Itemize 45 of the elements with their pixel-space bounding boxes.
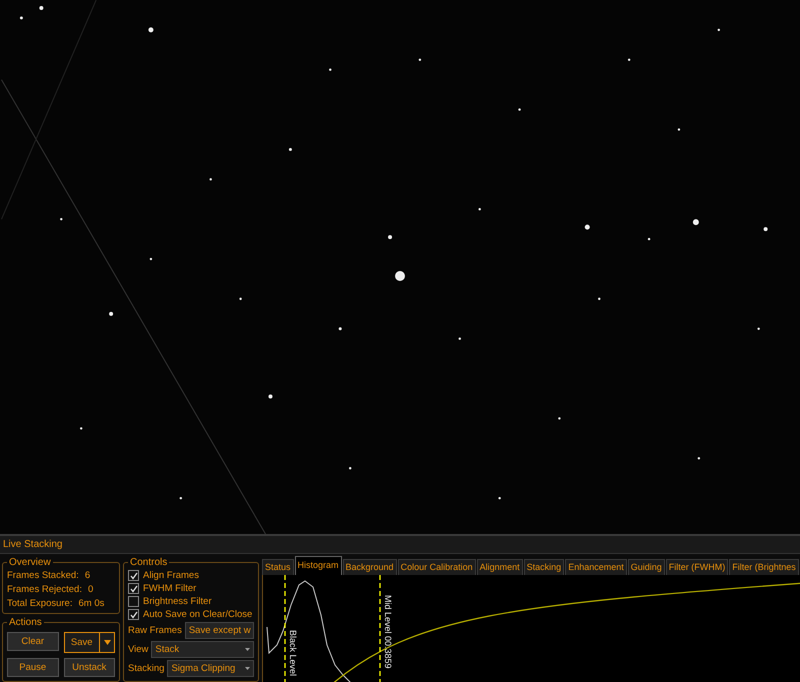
group-title: Controls: [129, 557, 168, 568]
dropdown-label: Raw Frames: [128, 625, 182, 636]
dropdown[interactable]: Save except w: [184, 622, 254, 639]
dropdown-label: View: [128, 644, 148, 655]
tab[interactable]: Colour Calibration: [398, 559, 476, 575]
checkbox-label: FWHM Filter: [143, 583, 196, 594]
action-button[interactable]: Pause: [7, 658, 58, 677]
save-split-button[interactable]: Save: [64, 632, 115, 653]
stat-value: 6: [84, 570, 90, 581]
checkbox-label: Auto Save on Clear/Close: [143, 609, 252, 620]
tab[interactable]: Stacking: [524, 559, 564, 575]
check-icon: [130, 610, 138, 618]
tab[interactable]: Alignment: [476, 559, 523, 575]
caret-icon: [104, 640, 110, 645]
dropdown-label: Stacking: [128, 663, 164, 674]
action-button[interactable]: Clear: [7, 632, 58, 651]
dropdown[interactable]: Stack: [151, 641, 254, 658]
caret-icon: [245, 667, 250, 670]
tab[interactable]: Filter (Brightnes: [729, 559, 799, 575]
checkbox-label: Brightness Filter: [143, 596, 212, 607]
checkbox-label: Align Frames: [143, 570, 199, 581]
dropdown[interactable]: Sigma Clipping: [167, 660, 254, 677]
checkbox[interactable]: [128, 570, 139, 581]
group-title: Overview: [8, 557, 52, 568]
action-button[interactable]: Unstack: [64, 658, 115, 677]
checkbox[interactable]: [128, 583, 139, 594]
tab[interactable]: Histogram: [294, 556, 342, 575]
stat-label: Total Exposure:: [7, 598, 72, 609]
caret-icon: [245, 648, 250, 651]
level-marker-label: Black Level: [288, 630, 298, 676]
tab[interactable]: Status: [262, 559, 294, 575]
tab[interactable]: Filter (FWHM): [666, 559, 728, 575]
panel-title: Live Stacking: [0, 536, 800, 554]
checkbox[interactable]: [128, 596, 139, 607]
stat-value: 6m 0s: [78, 598, 104, 609]
stat-label: Frames Stacked:: [7, 570, 79, 581]
save-button[interactable]: Save: [64, 633, 100, 652]
checkbox[interactable]: [128, 609, 139, 620]
stat-value: 0: [88, 584, 94, 595]
group-title: Actions: [8, 617, 43, 628]
tab[interactable]: Guiding: [628, 559, 665, 575]
level-marker-label: Mid Level 00.3859: [383, 595, 393, 669]
tab[interactable]: Enhancement: [565, 559, 627, 575]
tab[interactable]: Background: [342, 559, 397, 575]
stat-label: Frames Rejected:: [7, 584, 82, 595]
